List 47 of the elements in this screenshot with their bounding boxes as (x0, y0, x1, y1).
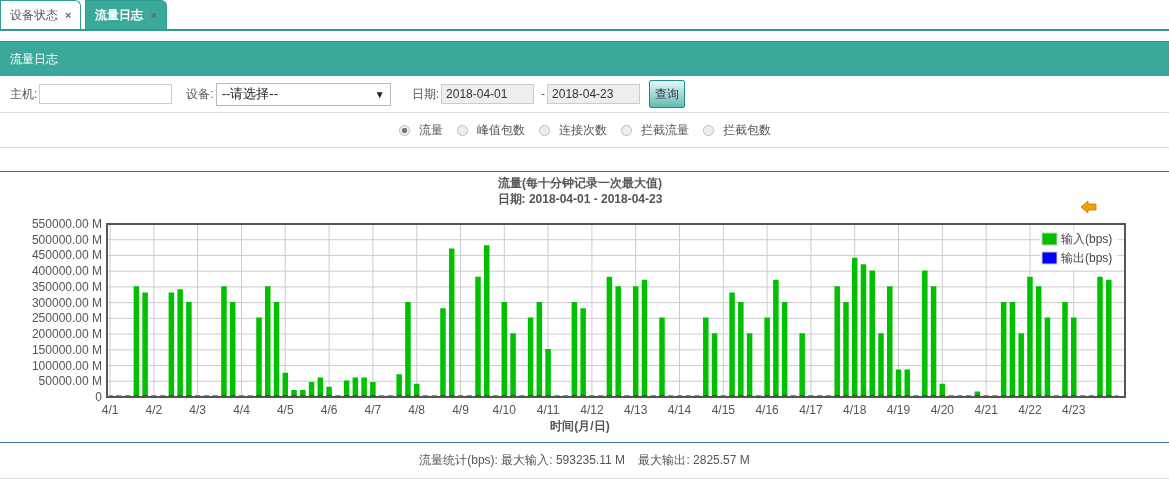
device-label: 设备: (186, 85, 214, 103)
chart-title: 流量(每十分钟记录一次最大值) (498, 176, 662, 190)
x-tick-label: 4/9 (452, 403, 469, 417)
x-tick-label: 4/6 (320, 403, 338, 417)
x-axis-title: 时间(月/日) (550, 419, 610, 433)
host-label: 主机: (10, 85, 38, 103)
y-tick-label: 200000.00 M (31, 327, 102, 342)
chart-subtitle: 日期: 2018-04-01 - 2018-04-23 (497, 192, 663, 206)
legend-label: 输出(bps) (1061, 251, 1113, 265)
x-tick-label: 4/17 (799, 403, 823, 417)
x-tick-label: 4/15 (711, 403, 735, 417)
x-tick-label: 4/8 (408, 403, 426, 417)
x-tick-label: 4/7 (364, 403, 382, 417)
date-label: 日期: (411, 85, 440, 103)
x-tick-label: 4/18 (843, 403, 867, 417)
traffic-stats: 流量统计(bps): 最大输入: 593235.11 M 最大输出: 2825.57 M (0, 443, 1169, 479)
x-tick-label: 4/21 (974, 403, 998, 417)
x-tick-label: 4/12 (580, 403, 604, 417)
x-tick-label: 4/11 (536, 403, 560, 417)
x-tick-label: 4/5 (276, 403, 294, 417)
x-tick-label: 4/4 (233, 403, 250, 417)
x-tick-label: 4/20 (930, 403, 954, 417)
x-tick-label: 4/10 (492, 403, 516, 417)
panel-header: 流量日志 (0, 41, 1169, 76)
x-tick-label: 4/1 (101, 403, 119, 417)
y-tick-label: 500000.00 M (31, 232, 102, 247)
x-tick-label: 4/23 (1062, 403, 1086, 417)
date-separator: - (541, 87, 546, 101)
x-tick-label: 4/16 (755, 403, 779, 417)
legend-label: 输入(bps) (1061, 232, 1113, 246)
x-tick-label: 4/19 (886, 403, 911, 417)
x-tick-label: 4/2 (145, 403, 163, 417)
x-tick-label: 4/3 (189, 403, 206, 417)
y-tick-label: 150000.00 M (31, 342, 102, 357)
y-tick-label: 100000.00 M (31, 358, 102, 373)
y-tick-label: 350000.00 M (31, 279, 102, 294)
x-tick-label: 4/14 (667, 403, 692, 417)
y-tick-label: 450000.00 M (31, 248, 102, 263)
caret-icon: ▼ (374, 88, 385, 100)
y-tick-label: 50000.00 M (38, 374, 102, 389)
y-tick-label: 400000.00 M (31, 264, 102, 279)
y-tick-label: 300000.00 M (31, 295, 102, 310)
x-tick-label: 4/22 (1018, 403, 1042, 417)
x-tick-label: 4/13 (624, 403, 648, 417)
y-tick-label: 250000.00 M (31, 311, 102, 326)
y-tick-label: 0 (95, 390, 102, 404)
y-tick-label: 550000.00 M (31, 217, 102, 231)
